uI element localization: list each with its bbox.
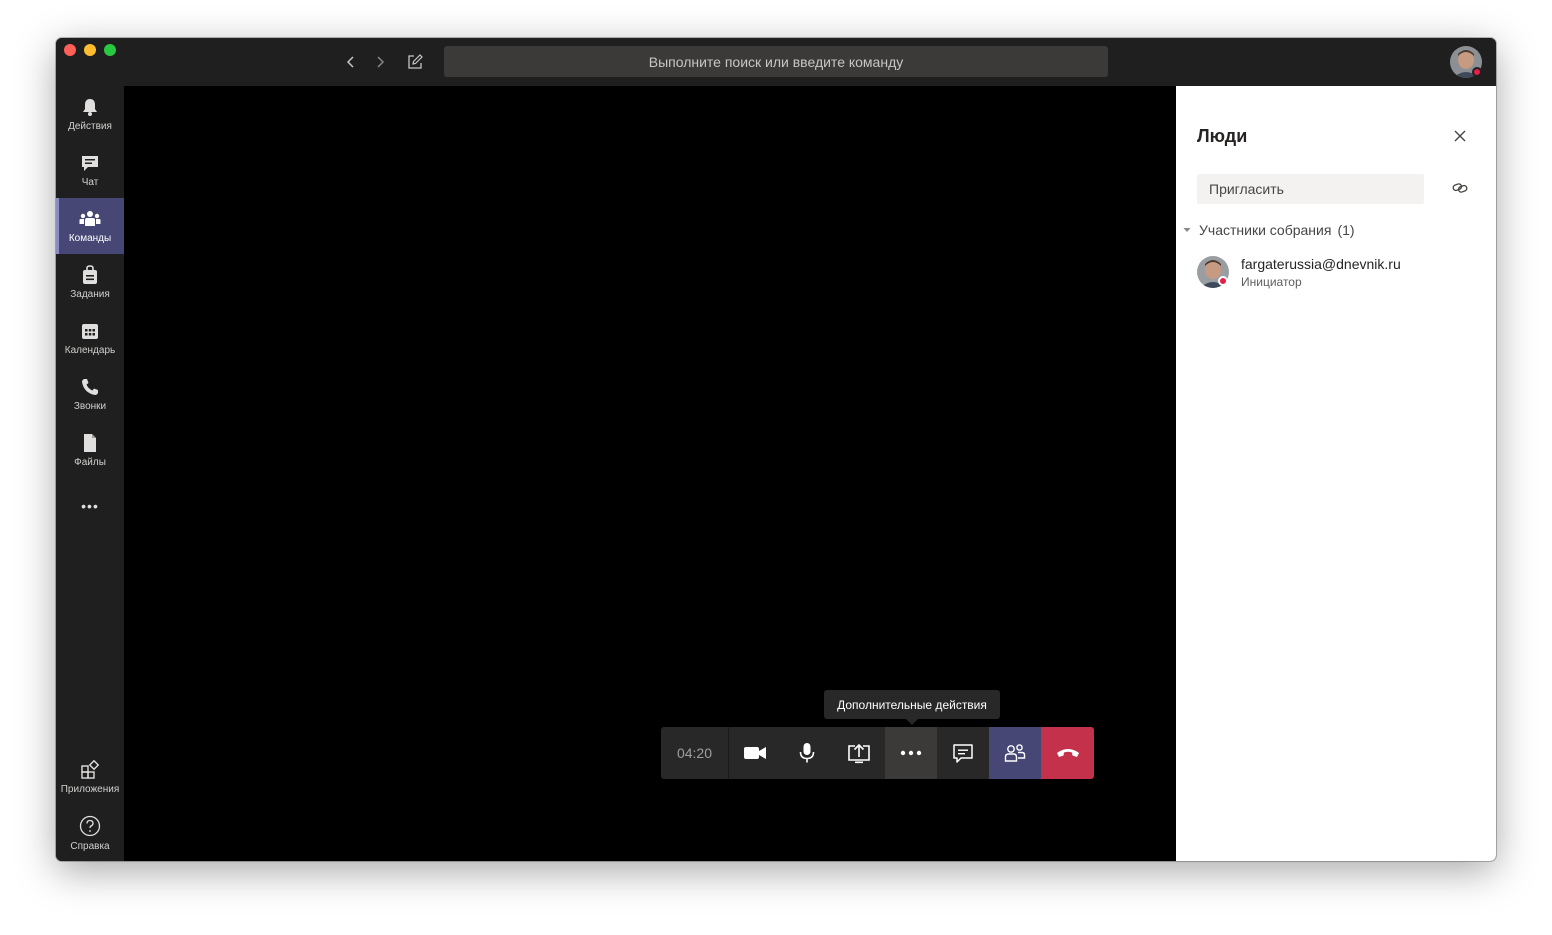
rail-item-activity[interactable]: Действия (56, 86, 124, 142)
video-camera-icon (744, 747, 766, 759)
more-icon: ••• (81, 498, 99, 514)
rail-item-files[interactable]: Файлы (56, 422, 124, 478)
more-actions-button[interactable] (885, 727, 937, 779)
teams-icon (79, 210, 101, 226)
call-controls-bar: 04:20 (661, 727, 1094, 779)
panel-title: Люди (1197, 126, 1248, 146)
invite-placeholder: Пригласить (1209, 181, 1284, 197)
rail-item-label: Чат (81, 176, 99, 188)
more-actions-tooltip: Дополнительные действия (824, 690, 1000, 725)
new-chat-button[interactable] (403, 50, 427, 74)
rail-item-label: Справка (70, 840, 110, 852)
app-rail: Действия Чат Команды Задания Календарь З… (56, 86, 124, 861)
chevron-left-icon (346, 56, 354, 68)
video-stage: Дополнительные действия 04:20 (124, 86, 1176, 861)
rail-item-label: Приложения (60, 783, 120, 795)
participant-name: fargaterussia@dnevnik.ru (1241, 256, 1401, 272)
chat-bubble-icon (953, 744, 973, 763)
busy-status-icon (1472, 67, 1482, 77)
rail-item-calls[interactable]: Звонки (56, 366, 124, 422)
chevron-right-icon (377, 56, 385, 68)
tooltip-text: Дополнительные действия (837, 697, 987, 712)
phone-icon (82, 378, 98, 395)
apps-icon (81, 759, 100, 779)
share-tray-icon (848, 743, 870, 764)
close-icon (1454, 130, 1466, 142)
rail-item-assignments[interactable]: Задания (56, 254, 124, 310)
rail-item-help[interactable]: Справка (56, 805, 124, 861)
copy-join-link-button[interactable] (1450, 178, 1470, 198)
rail-item-label: Действия (68, 120, 112, 132)
calendar-icon (82, 323, 98, 339)
rail-item-apps[interactable]: Приложения (56, 749, 124, 805)
teams-window: Выполните поиск или введите команду Дейс… (56, 38, 1496, 861)
search-input[interactable]: Выполните поиск или введите команду (444, 46, 1108, 77)
people-icon (1004, 744, 1026, 762)
show-conversation-button[interactable] (937, 727, 989, 779)
search-placeholder: Выполните поиск или введите команду (648, 53, 904, 70)
rail-item-chat[interactable]: Чат (56, 142, 124, 198)
bell-icon (83, 98, 97, 116)
people-panel: Люди Пригласить Участники собрания (1) f… (1176, 86, 1496, 861)
close-panel-button[interactable] (1450, 126, 1470, 146)
show-participants-button[interactable] (989, 727, 1041, 779)
mute-button[interactable] (781, 727, 833, 779)
more-horizontal-icon (900, 750, 922, 756)
hang-up-phone-icon (1056, 749, 1079, 757)
participant-avatar (1197, 256, 1229, 288)
minimize-window-button[interactable] (84, 44, 96, 56)
caret-down-icon (1183, 228, 1191, 232)
title-bar: Выполните поиск или введите команду (56, 38, 1496, 86)
rail-item-teams[interactable]: Команды (56, 198, 124, 254)
busy-status-icon (1218, 276, 1228, 286)
rail-item-label: Команды (68, 232, 112, 244)
back-button[interactable] (339, 50, 363, 74)
link-icon (1452, 183, 1468, 193)
rail-item-label: Файлы (74, 456, 106, 468)
invite-input[interactable]: Пригласить (1197, 174, 1424, 204)
call-timer: 04:20 (661, 727, 729, 779)
chat-icon (82, 155, 98, 171)
profile-avatar[interactable] (1450, 46, 1482, 78)
microphone-icon (799, 743, 815, 763)
assignments-icon (83, 264, 97, 284)
share-screen-button[interactable] (833, 727, 885, 779)
compose-icon (408, 54, 423, 69)
close-window-button[interactable] (64, 44, 76, 56)
participant-row[interactable]: fargaterussia@dnevnik.ru Инициатор (1197, 256, 1477, 292)
help-icon (79, 815, 101, 836)
meeting-participants-section-header[interactable]: Участники собрания (1) (1183, 220, 1355, 240)
camera-toggle-button[interactable] (729, 727, 781, 779)
zoom-window-button[interactable] (104, 44, 116, 56)
hang-up-button[interactable] (1041, 727, 1094, 779)
rail-item-label: Задания (70, 288, 110, 300)
forward-button[interactable] (368, 50, 392, 74)
rail-more-button[interactable]: ••• (56, 478, 124, 534)
section-label: Участники собрания (1199, 222, 1332, 238)
rail-item-calendar[interactable]: Календарь (56, 310, 124, 366)
section-count: (1) (1337, 222, 1355, 238)
participant-role: Инициатор (1241, 275, 1302, 289)
rail-item-label: Звонки (73, 400, 107, 412)
file-icon (84, 433, 96, 452)
rail-item-label: Календарь (64, 344, 116, 356)
